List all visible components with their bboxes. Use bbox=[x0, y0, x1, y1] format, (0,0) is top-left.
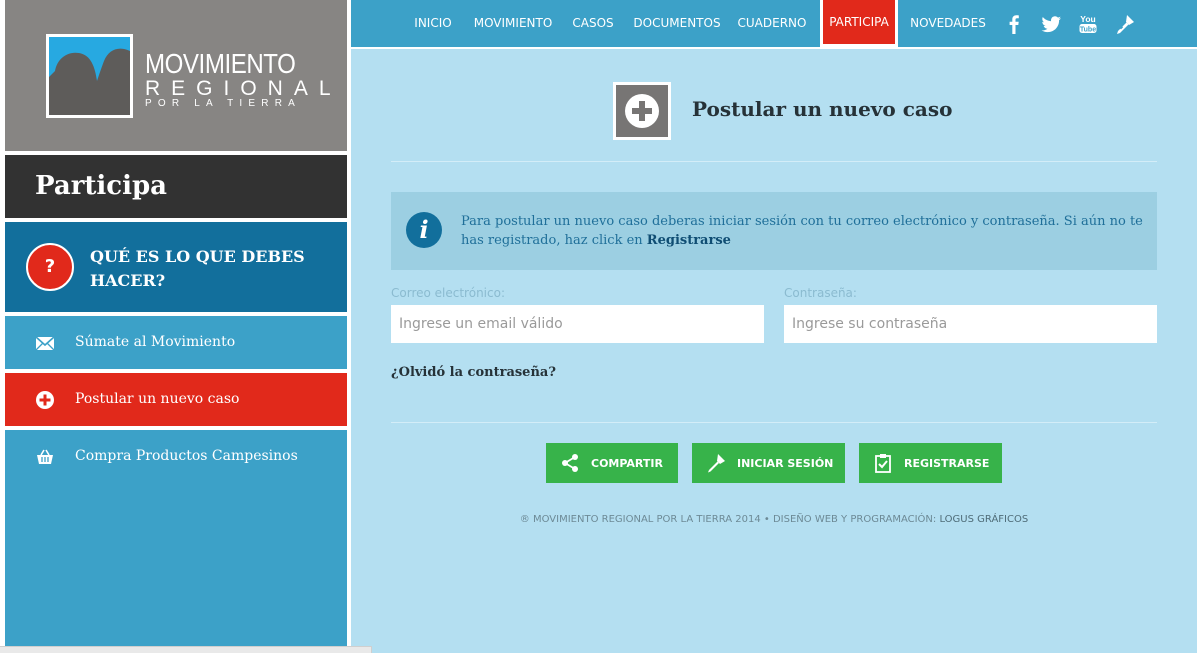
password-label: Contraseña: bbox=[784, 286, 857, 300]
sidebar-item-postular[interactable]: Postular un nuevo caso bbox=[5, 373, 347, 426]
info-notice: i Para postular un nuevo caso deberas in… bbox=[391, 192, 1157, 270]
nav-inicio[interactable]: INICIO bbox=[409, 0, 457, 47]
nav-cuaderno[interactable]: CUADERNO bbox=[737, 0, 807, 47]
envelope-icon bbox=[35, 336, 55, 351]
share-button[interactable]: COMPARTIR bbox=[546, 443, 678, 483]
footer-text: ® MOVIMIENTO REGIONAL POR LA TIERRA 2014… bbox=[519, 514, 940, 525]
email-label: Correo electrónico: bbox=[391, 286, 505, 300]
facebook-icon[interactable] bbox=[1003, 13, 1025, 35]
register-link[interactable]: Registrarse bbox=[647, 233, 731, 248]
basket-icon bbox=[37, 449, 53, 464]
horizontal-scrollbar[interactable] bbox=[0, 646, 372, 653]
page-title: Postular un nuevo caso bbox=[692, 97, 953, 121]
register-button[interactable]: REGISTRARSE bbox=[859, 443, 1002, 483]
twitter-icon[interactable] bbox=[1040, 13, 1062, 35]
logo-mark-icon bbox=[46, 34, 133, 118]
key-icon bbox=[708, 454, 725, 473]
help-label: QUÉ ES LO QUE DEBES HACER? bbox=[90, 247, 305, 290]
main-content: Postular un nuevo caso i Para postular u… bbox=[351, 49, 1197, 653]
login-button[interactable]: INICIAR SESIÓN bbox=[692, 443, 845, 483]
sidebar-item-label: Súmate al Movimiento bbox=[75, 334, 236, 350]
logo-line2: REGIONAL bbox=[145, 77, 342, 100]
share-icon bbox=[562, 454, 578, 472]
key-icon[interactable] bbox=[1114, 13, 1136, 35]
info-text: Para postular un nuevo caso deberas inic… bbox=[461, 212, 1151, 250]
svg-text:Tube: Tube bbox=[1080, 26, 1096, 33]
nav-casos[interactable]: CASOS bbox=[569, 0, 617, 47]
youtube-icon[interactable]: You Tube bbox=[1077, 13, 1099, 35]
logo-text: MOVIMIENTO REGIONAL POR LA TIERRA bbox=[145, 50, 342, 109]
email-field[interactable] bbox=[391, 305, 764, 343]
footer: ® MOVIMIENTO REGIONAL POR LA TIERRA 2014… bbox=[351, 514, 1197, 525]
nav-movimiento[interactable]: MOVIMIENTO bbox=[471, 0, 555, 47]
nav-novedades[interactable]: NOVEDADES bbox=[909, 0, 987, 47]
info-message: Para postular un nuevo caso deberas inic… bbox=[461, 214, 1143, 248]
plus-circle-icon bbox=[36, 391, 54, 409]
sidebar-item-sumate[interactable]: Súmate al Movimiento bbox=[5, 316, 347, 369]
nav-documentos[interactable]: DOCUMENTOS bbox=[631, 0, 723, 47]
question-icon: ? bbox=[26, 243, 74, 291]
nav-participa[interactable]: PARTICIPA bbox=[820, 0, 898, 47]
info-icon: i bbox=[406, 212, 442, 248]
divider bbox=[391, 161, 1157, 162]
sidebar-item-compra[interactable]: Compra Productos Campesinos bbox=[5, 430, 347, 653]
register-label: REGISTRARSE bbox=[904, 457, 990, 470]
clipboard-check-icon bbox=[875, 454, 891, 473]
sidebar-item-label: Postular un nuevo caso bbox=[75, 391, 240, 407]
svg-text:You: You bbox=[1080, 14, 1095, 24]
footer-credit-link[interactable]: LOGUS GRÁFICOS bbox=[939, 514, 1028, 525]
logo[interactable]: MOVIMIENTO REGIONAL POR LA TIERRA bbox=[5, 0, 347, 151]
sidebar-item-label: Compra Productos Campesinos bbox=[75, 448, 298, 464]
logo-line1: MOVIMIENTO bbox=[145, 48, 296, 79]
divider bbox=[391, 422, 1157, 423]
section-title: Participa bbox=[5, 155, 347, 218]
share-label: COMPARTIR bbox=[591, 457, 663, 470]
sidebar: MOVIMIENTO REGIONAL POR LA TIERRA Partic… bbox=[0, 0, 351, 653]
logo-line3: POR LA TIERRA bbox=[145, 98, 301, 109]
top-navigation: INICIO MOVIMIENTO CASOS DOCUMENTOS CUADE… bbox=[351, 0, 1197, 47]
forgot-password-link[interactable]: ¿Olvidó la contraseña? bbox=[391, 365, 556, 380]
help-section[interactable]: ? QUÉ ES LO QUE DEBES HACER? bbox=[5, 222, 347, 312]
login-label: INICIAR SESIÓN bbox=[737, 457, 834, 470]
add-case-icon bbox=[613, 82, 671, 140]
password-field[interactable] bbox=[784, 305, 1157, 343]
